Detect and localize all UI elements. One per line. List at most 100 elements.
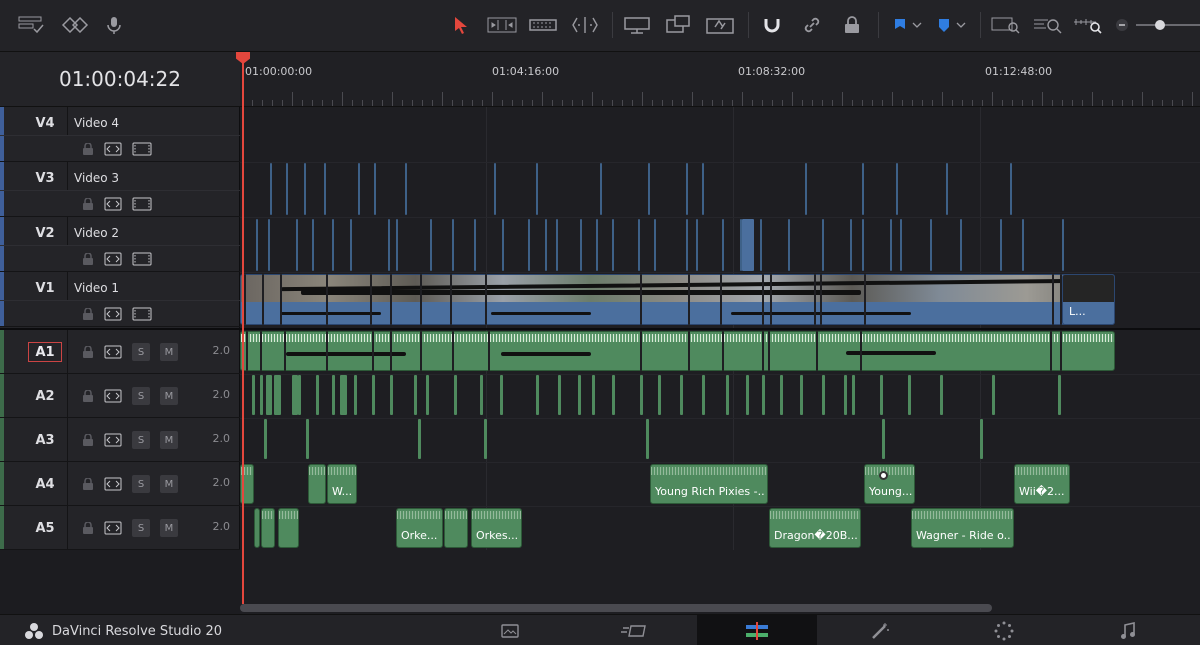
video-clip[interactable]: [556, 219, 558, 271]
mute-button[interactable]: M: [160, 387, 178, 405]
audio-clip[interactable]: [762, 375, 765, 415]
clip-edit-point[interactable]: [390, 331, 392, 371]
mute-button[interactable]: M: [160, 519, 178, 537]
audio-clip[interactable]: [680, 375, 683, 415]
lock-track-icon[interactable]: [82, 143, 94, 155]
video-clip[interactable]: [268, 219, 270, 271]
audio-clip[interactable]: [558, 375, 561, 415]
clip-edit-point[interactable]: [284, 331, 286, 371]
audio-clip[interactable]: [316, 375, 319, 415]
linked-selection-icon[interactable]: [800, 13, 824, 37]
track-name[interactable]: Video 4: [74, 116, 119, 130]
audio-clip[interactable]: Young...: [864, 464, 915, 504]
video-clip[interactable]: [600, 163, 602, 215]
lock-track-icon[interactable]: [82, 198, 94, 210]
track-header-v4[interactable]: V4 Video 4: [0, 107, 240, 162]
audio-clip[interactable]: [260, 375, 263, 415]
track-id[interactable]: A4: [28, 474, 62, 494]
auto-select-icon[interactable]: [104, 477, 122, 491]
auto-select-icon[interactable]: [104, 521, 122, 535]
clip-edit-point[interactable]: [370, 274, 372, 325]
lock-track-icon[interactable]: [82, 346, 94, 358]
audio-clip[interactable]: [390, 375, 393, 415]
audio-clip[interactable]: [612, 375, 615, 415]
video-clip[interactable]: [850, 219, 852, 271]
clip-edit-point[interactable]: [1060, 274, 1062, 325]
replace-clip-icon[interactable]: [704, 13, 736, 37]
selection-tool-icon[interactable]: [450, 13, 472, 37]
video-clip[interactable]: [960, 219, 962, 271]
track-header-a2[interactable]: A2 S M 2.0: [0, 374, 240, 418]
zoom-out-icon[interactable]: [1114, 13, 1130, 37]
enable-track-icon[interactable]: [132, 252, 152, 266]
clip-edit-point[interactable]: [1050, 331, 1052, 371]
track-header-v2[interactable]: V2 Video 2: [0, 217, 240, 272]
audio-clip[interactable]: [1058, 375, 1061, 415]
fairlight-page-icon[interactable]: [1068, 615, 1188, 645]
enable-track-icon[interactable]: [132, 307, 152, 321]
position-lock-icon[interactable]: [840, 13, 864, 37]
solo-button[interactable]: S: [132, 475, 150, 493]
color-page-icon[interactable]: [944, 615, 1064, 645]
video-clip[interactable]: [494, 163, 496, 215]
trim-tool-icon[interactable]: [486, 13, 518, 37]
audio-clip[interactable]: [800, 375, 803, 415]
audio-clip[interactable]: [306, 419, 309, 459]
video-clip[interactable]: [760, 219, 762, 271]
clip-edit-point[interactable]: [280, 274, 282, 325]
solo-button[interactable]: S: [132, 343, 150, 361]
clip-edit-point[interactable]: [770, 274, 772, 325]
video-clip[interactable]: [324, 163, 326, 215]
video-clip[interactable]: [256, 219, 258, 271]
flag-icon[interactable]: [890, 13, 926, 37]
track-id[interactable]: A2: [28, 386, 62, 406]
video-clip[interactable]: [862, 219, 864, 271]
video-clip[interactable]: [696, 219, 698, 271]
video-clip[interactable]: [890, 219, 892, 271]
audio-clip[interactable]: [444, 508, 468, 548]
audio-clip[interactable]: [484, 419, 487, 459]
clip-edit-point[interactable]: [1060, 331, 1062, 371]
lock-track-icon[interactable]: [82, 253, 94, 265]
audio-clip[interactable]: W...: [327, 464, 357, 504]
video-clip[interactable]: [396, 219, 398, 271]
video-clip[interactable]: [648, 163, 650, 215]
clip-edit-point[interactable]: [864, 274, 866, 325]
audio-clip[interactable]: [578, 375, 581, 415]
clip-edit-point[interactable]: [260, 331, 262, 371]
audio-clip[interactable]: [454, 375, 457, 415]
track-header-v3[interactable]: V3 Video 3: [0, 162, 240, 217]
keyframe-icon[interactable]: [879, 471, 888, 480]
audio-clip[interactable]: [480, 375, 483, 415]
video-clip[interactable]: [742, 219, 754, 271]
video-clip[interactable]: [862, 163, 864, 215]
audio-clip[interactable]: [640, 375, 643, 415]
video-clip[interactable]: [1022, 219, 1024, 271]
audio-clip[interactable]: [702, 375, 705, 415]
clip-edit-point[interactable]: [640, 331, 642, 371]
video-clip[interactable]: [536, 163, 538, 215]
clip-edit-point[interactable]: [485, 274, 487, 325]
zoom-custom-icon[interactable]: [1072, 13, 1106, 37]
audio-clip[interactable]: [252, 375, 255, 415]
video-clip[interactable]: [580, 219, 582, 271]
video-clip[interactable]: [296, 219, 298, 271]
audio-clip[interactable]: [646, 419, 649, 459]
audio-clip[interactable]: Orke...: [396, 508, 443, 548]
solo-button[interactable]: S: [132, 387, 150, 405]
dynamic-trim-icon[interactable]: [528, 13, 558, 37]
auto-select-icon[interactable]: [104, 252, 122, 266]
video-clip[interactable]: [638, 219, 640, 271]
video-clip[interactable]: [1062, 219, 1064, 271]
video-clip[interactable]: [502, 219, 504, 271]
track-header-v1[interactable]: V1 Video 1: [0, 272, 240, 327]
clip-edit-point[interactable]: [688, 331, 690, 371]
solo-button[interactable]: S: [132, 519, 150, 537]
audio-clip[interactable]: Wagner - Ride o...: [911, 508, 1014, 548]
audio-clip[interactable]: [852, 375, 855, 415]
video-clip[interactable]: [474, 219, 476, 271]
clip-edit-point[interactable]: [762, 331, 764, 371]
track-id[interactable]: A5: [28, 518, 62, 538]
clip-edit-point[interactable]: [372, 331, 374, 371]
video-clip[interactable]: [686, 219, 688, 271]
